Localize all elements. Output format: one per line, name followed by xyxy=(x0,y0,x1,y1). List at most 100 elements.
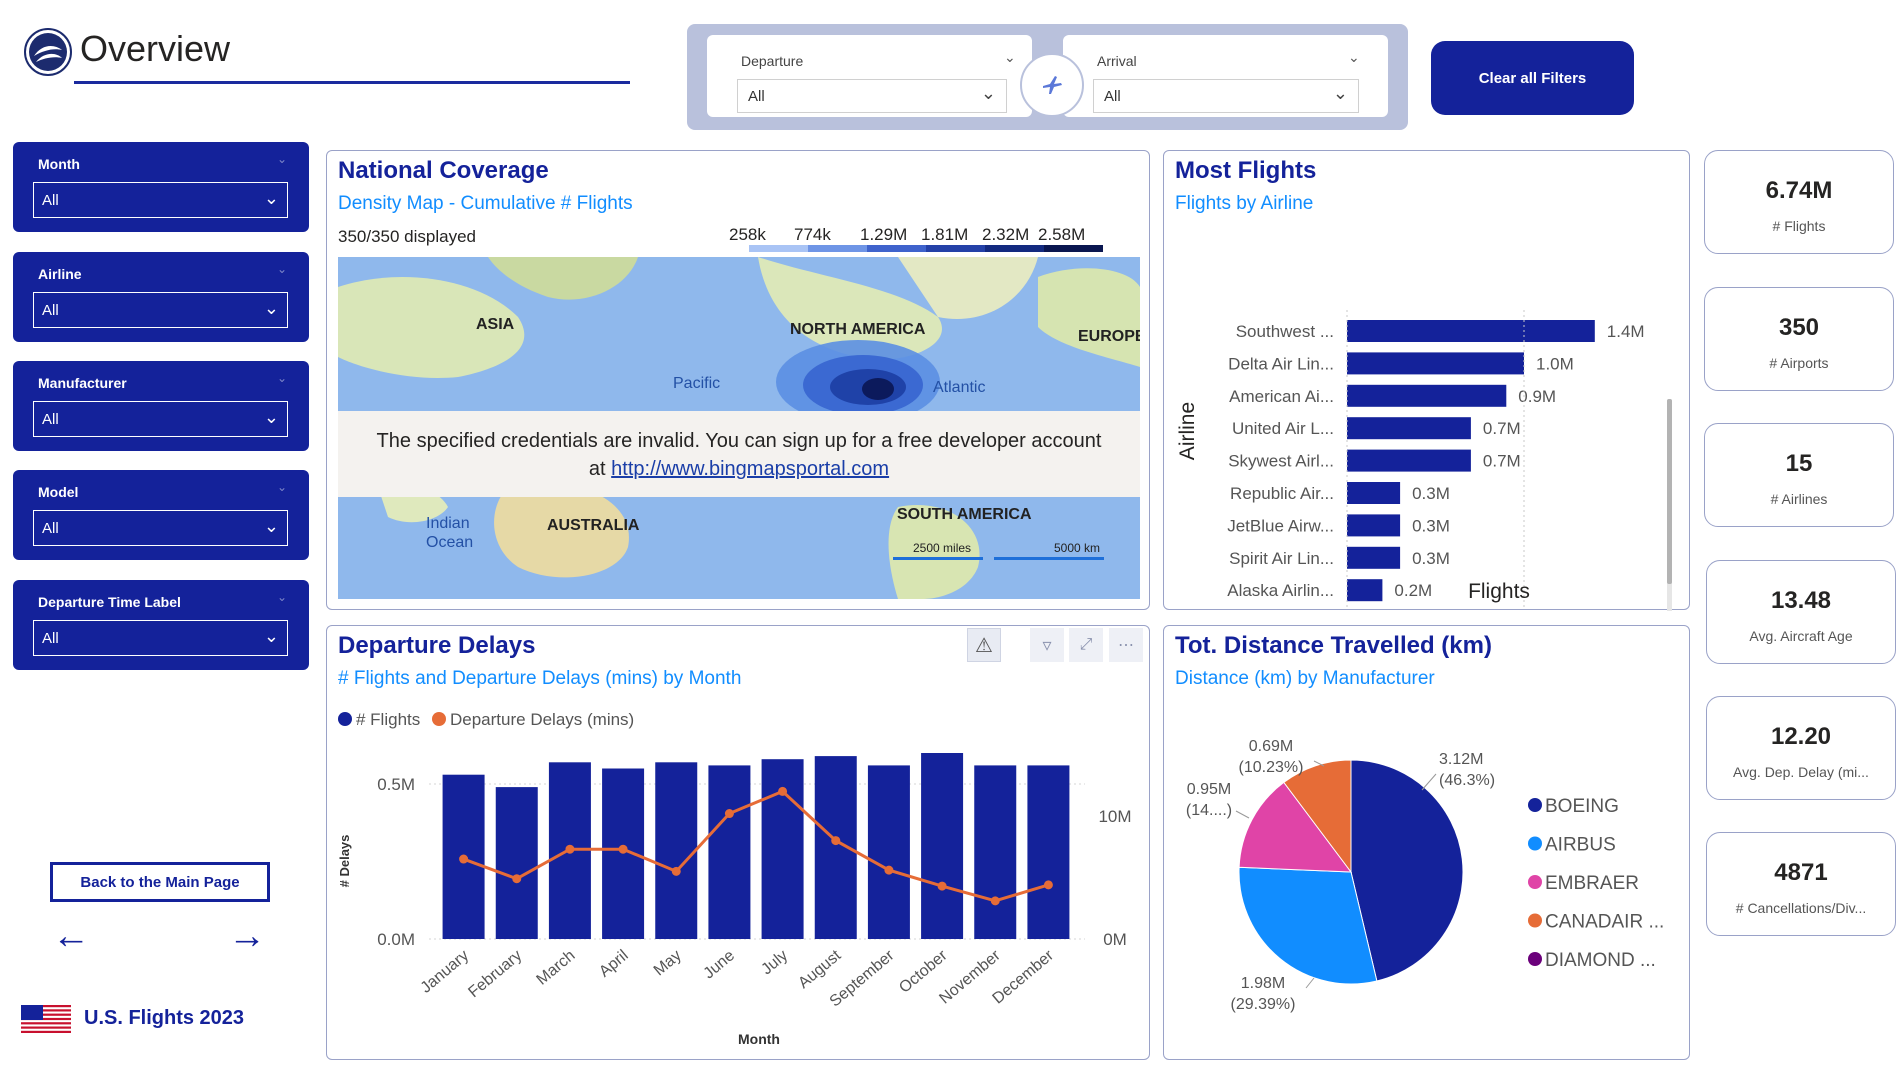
chevron-down-icon: ⌄ xyxy=(263,407,279,427)
delays-point[interactable] xyxy=(459,854,469,864)
delays-point[interactable] xyxy=(831,836,841,846)
airline-bar[interactable] xyxy=(1347,579,1383,602)
departure-delays-panel: Departure Delays # Flights and Departure… xyxy=(326,625,1150,1060)
slicer-value: All xyxy=(42,302,59,319)
legend-marker xyxy=(1528,952,1542,966)
clear-filters-button[interactable]: Clear all Filters xyxy=(1431,41,1634,115)
delays-combo-chart[interactable]: # Flights Departure Delays (mins) 0.0M 0.5M… xyxy=(327,701,1151,1061)
x-tick-label: July xyxy=(758,947,791,978)
chevron-down-icon: ⌄ xyxy=(1332,83,1348,103)
flights-bar[interactable] xyxy=(867,765,910,939)
warning-icon[interactable]: ⚠ xyxy=(967,628,1001,662)
filter-icon[interactable]: ▿ xyxy=(1030,628,1064,662)
flights-bar[interactable] xyxy=(655,762,698,939)
more-options-icon[interactable]: ⋯ xyxy=(1109,628,1143,662)
arrow-left-icon[interactable]: ← xyxy=(52,915,90,958)
slicer-departure-time-label[interactable]: Departure Time Label ⌄ All ⌄ xyxy=(13,580,309,670)
airline-category-label: Alaska Airlin... xyxy=(1227,581,1334,600)
delays-point[interactable] xyxy=(937,881,947,891)
airline-bar[interactable] xyxy=(1347,384,1507,407)
flights-bar[interactable] xyxy=(761,759,804,939)
flights-bar[interactable] xyxy=(1027,765,1070,939)
slicer-dropdown[interactable]: All ⌄ xyxy=(33,182,288,218)
delays-point[interactable] xyxy=(884,865,894,875)
leader-line xyxy=(1421,773,1437,791)
kpi-card: 12.20 Avg. Dep. Delay (mi... xyxy=(1706,696,1896,800)
slicer-airline[interactable]: Airline ⌄ All ⌄ xyxy=(13,252,309,342)
map-legend-label: 2.32M xyxy=(982,225,1030,244)
slicer-model[interactable]: Model ⌄ All ⌄ xyxy=(13,470,309,560)
chevron-down-icon: ⌄ xyxy=(980,83,996,103)
back-to-main-button[interactable]: Back to the Main Page xyxy=(50,862,270,902)
map-legend-label: 1.29M xyxy=(860,225,908,244)
title-underline xyxy=(74,81,630,84)
kpi-value: 12.20 xyxy=(1770,723,1832,750)
map-scale-miles: 2500 miles xyxy=(913,541,971,555)
us-flag-icon xyxy=(21,1005,71,1033)
swap-route-button[interactable] xyxy=(1020,53,1084,117)
map-label-south-america: SOUTH AMERICA xyxy=(897,506,1032,523)
airline-bar[interactable] xyxy=(1347,417,1471,440)
kpi-label: Avg. Aircraft Age xyxy=(1749,628,1853,644)
arrival-select[interactable]: All ⌄ xyxy=(1093,79,1359,113)
airline-category-label: Skywest Airl... xyxy=(1228,452,1334,471)
map-label-pacific: Pacific xyxy=(673,375,720,392)
slicer-manufacturer[interactable]: Manufacturer ⌄ All ⌄ xyxy=(13,361,309,451)
airline-bar[interactable] xyxy=(1347,514,1401,537)
slicer-dropdown[interactable]: All ⌄ xyxy=(33,401,288,437)
airline-bar[interactable] xyxy=(1347,449,1471,472)
manufacturer-pie-chart[interactable]: 3.12M (46.3%) 1.98M (29.39%) 0.95M (14....) 0.… xyxy=(1164,706,1691,1056)
chevron-down-icon[interactable]: ⌄ xyxy=(277,371,287,385)
airline-data-label: 0.3M xyxy=(1412,549,1450,568)
slicer-dropdown[interactable]: All ⌄ xyxy=(33,620,288,656)
density-map[interactable]: ASIA NORTH AMERICA EUROPE Pacific Atlant… xyxy=(338,257,1140,599)
chevron-down-icon[interactable]: ⌄ xyxy=(1004,49,1016,66)
bing-maps-link[interactable]: http://www.bingmapsportal.com xyxy=(611,458,889,480)
legend-label: # Flights xyxy=(356,710,420,729)
departure-select[interactable]: All ⌄ xyxy=(737,79,1007,113)
pie-data-label: 0.95M xyxy=(1187,781,1231,798)
chevron-down-icon[interactable]: ⌄ xyxy=(277,262,287,276)
delays-point[interactable] xyxy=(671,866,681,876)
flights-bar[interactable] xyxy=(974,765,1017,939)
airline-bar[interactable] xyxy=(1347,546,1401,569)
map-title: National Coverage xyxy=(338,157,549,184)
delays-point[interactable] xyxy=(990,896,1000,906)
slicer-month[interactable]: Month ⌄ All ⌄ xyxy=(13,142,309,232)
kpi-label: Avg. Dep. Delay (mi... xyxy=(1733,764,1869,780)
airline-category-label: Southwest ... xyxy=(1236,322,1334,341)
slicer-label: Airline xyxy=(38,266,82,282)
airline-bar[interactable] xyxy=(1347,320,1595,342)
chevron-down-icon[interactable]: ⌄ xyxy=(1348,49,1360,66)
delays-point[interactable] xyxy=(1043,880,1053,890)
airline-bar[interactable] xyxy=(1347,482,1401,504)
kpi-card: 15 # Airlines xyxy=(1704,423,1894,527)
delays-point[interactable] xyxy=(512,874,522,884)
flights-bar[interactable] xyxy=(495,787,538,939)
flights-bar[interactable] xyxy=(921,753,964,939)
airline-category-label: United Air L... xyxy=(1232,419,1334,438)
delays-point[interactable] xyxy=(618,844,628,854)
slicer-dropdown[interactable]: All ⌄ xyxy=(33,292,288,328)
legend-marker xyxy=(1528,836,1542,851)
chevron-down-icon[interactable]: ⌄ xyxy=(277,480,287,494)
airline-data-label: 0.7M xyxy=(1483,419,1521,438)
chevron-down-icon[interactable]: ⌄ xyxy=(277,152,287,166)
delays-point[interactable] xyxy=(724,809,734,819)
departure-filter[interactable]: Departure ⌄ All ⌄ xyxy=(707,35,1032,117)
pie-data-label: 0.69M xyxy=(1249,738,1293,755)
y-axis-title: # Delays xyxy=(337,835,352,888)
flights-bar[interactable] xyxy=(708,765,751,939)
delays-point[interactable] xyxy=(778,786,788,796)
airline-bar[interactable] xyxy=(1347,352,1524,375)
focus-mode-icon[interactable]: ⤢ xyxy=(1069,628,1103,662)
chevron-down-icon[interactable]: ⌄ xyxy=(277,590,287,604)
map-error-text: The specified credentials are invalid. Y… xyxy=(376,430,1102,452)
slicer-dropdown[interactable]: All ⌄ xyxy=(33,510,288,546)
airline-bar-chart[interactable]: Southwest ... 1.4M Delta Air Lin... 1.0M Ame… xyxy=(1164,231,1691,611)
scrollbar-thumb[interactable] xyxy=(1667,399,1672,584)
pie-data-label: 3.12M xyxy=(1439,751,1483,768)
delays-point[interactable] xyxy=(565,844,575,854)
arrow-right-icon[interactable]: → xyxy=(228,915,266,958)
arrival-filter[interactable]: Arrival ⌄ All ⌄ xyxy=(1063,35,1388,117)
